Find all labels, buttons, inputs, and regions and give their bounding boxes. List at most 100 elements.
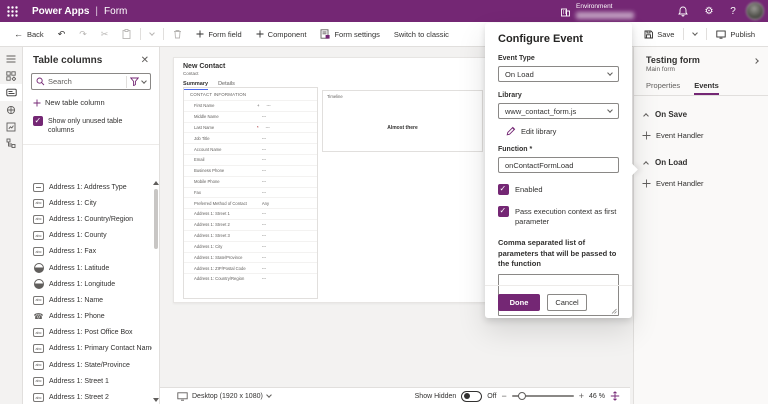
table-column-list-item[interactable]: Address 1: County <box>23 228 152 244</box>
hamburger-menu-icon[interactable] <box>0 50 22 67</box>
form-field-row[interactable]: Email --- <box>184 154 317 165</box>
notifications-bell-icon[interactable] <box>674 0 692 22</box>
undo-button[interactable]: ↶ <box>51 22 73 46</box>
cut-button[interactable]: ✂ <box>94 22 116 46</box>
environment-picker[interactable]: Environment <box>560 0 634 22</box>
form-field-row[interactable]: Preferred Method of Contact Any <box>184 197 317 208</box>
properties-panel: Testing form Main form Properties Events… <box>633 47 768 404</box>
form-field-row[interactable]: Address 1: Country/Region --- <box>184 273 317 284</box>
contact-information-section[interactable]: CONTACT INFORMATION First Name+ --- Midd… <box>183 87 318 299</box>
more-commands-button[interactable] <box>143 22 161 46</box>
help-icon[interactable]: ? <box>724 0 742 22</box>
filter-chevron-icon[interactable] <box>141 78 147 84</box>
table-columns-list: Address 1: Address Type Address 1: City … <box>23 179 152 404</box>
table-column-list-item[interactable]: Address 1: Street 2 <box>23 389 152 404</box>
form-field-row[interactable]: Account Name --- <box>184 143 317 154</box>
function-input[interactable] <box>505 161 612 170</box>
form-field-row[interactable]: Address 1: City --- <box>184 241 317 252</box>
scrollbar-thumb[interactable] <box>154 189 158 249</box>
form-field-row[interactable]: Job Title --- <box>184 132 317 143</box>
table-columns-rail-icon[interactable] <box>0 84 22 101</box>
show-hidden-toggle[interactable] <box>461 391 482 402</box>
add-component-button[interactable]: Component <box>249 22 314 46</box>
back-button[interactable]: ← Back <box>0 22 51 46</box>
collapse-panel-chevron-icon[interactable] <box>753 58 759 64</box>
tab-events[interactable]: Events <box>694 81 719 95</box>
zoom-out-button[interactable]: − <box>502 391 507 401</box>
library-dropdown[interactable]: www_contact_form.js <box>498 103 619 119</box>
on-load-section-header[interactable]: On Load <box>644 158 768 167</box>
form-field-row[interactable]: Mobile Phone --- <box>184 176 317 187</box>
table-column-list-item[interactable]: Address 1: Phone <box>23 309 152 325</box>
form-libraries-icon[interactable] <box>0 118 22 135</box>
zoom-slider-knob[interactable] <box>518 392 526 400</box>
table-column-list-item[interactable]: Address 1: Longitude <box>23 276 152 292</box>
search-input[interactable] <box>48 77 123 86</box>
form-field-row[interactable]: Address 1: Street 2 --- <box>184 219 317 230</box>
timeline-section[interactable]: Timeline Almost there <box>322 90 483 152</box>
tab-properties[interactable]: Properties <box>646 81 680 95</box>
app-name[interactable]: Power Apps <box>32 6 89 17</box>
zoom-slider[interactable] <box>512 395 574 397</box>
back-arrow-icon: ← <box>14 30 23 39</box>
scroll-down-arrow[interactable] <box>153 398 159 402</box>
paste-button[interactable] <box>115 22 138 46</box>
form-field-row[interactable]: Address 1: Street 3 --- <box>184 230 317 241</box>
fit-to-screen-icon[interactable] <box>610 391 620 401</box>
form-field-row[interactable]: Fax --- <box>184 187 317 198</box>
form-settings-button[interactable]: Form settings <box>313 22 386 46</box>
switch-to-classic-button[interactable]: Switch to classic <box>387 22 456 46</box>
publish-button[interactable]: Publish <box>709 22 762 46</box>
tree-view-icon[interactable] <box>0 135 22 152</box>
device-preview-selector[interactable]: Desktop (1920 x 1080) <box>177 392 271 401</box>
form-field-row[interactable]: Address 1: ZIP/Postal Code --- <box>184 262 317 273</box>
delete-button[interactable] <box>166 22 189 46</box>
add-form-field-button[interactable]: Form field <box>189 22 248 46</box>
table-column-list-item[interactable]: Address 1: Country/Region <box>23 211 152 227</box>
table-column-list-item[interactable]: Address 1: Address Type <box>23 179 152 195</box>
new-table-column-button[interactable]: New table column <box>33 98 149 107</box>
pass-execution-context-checkbox[interactable]: Pass execution context as first paramete… <box>498 206 619 227</box>
table-icon[interactable] <box>0 101 22 118</box>
table-column-list-item[interactable]: Address 1: Latitude <box>23 260 152 276</box>
scroll-up-arrow[interactable] <box>153 181 159 185</box>
redo-button[interactable]: ↷ <box>72 22 94 46</box>
form-field-row[interactable]: Address 1: Street 1 --- <box>184 208 317 219</box>
table-column-list-item[interactable]: Address 1: City <box>23 195 152 211</box>
filter-funnel-icon[interactable] <box>130 77 139 86</box>
table-column-list-item[interactable]: Address 1: Street 1 <box>23 373 152 389</box>
collapse-chevron-icon <box>643 161 649 167</box>
divider <box>163 28 164 40</box>
table-column-list-item[interactable]: Address 1: Primary Contact Name <box>23 341 152 357</box>
edit-library-button[interactable]: Edit library <box>506 126 619 136</box>
form-field-row[interactable]: Address 1: State/Province --- <box>184 252 317 263</box>
form-field-row[interactable]: Business Phone --- <box>184 165 317 176</box>
form-field-row[interactable]: Last Name* --- <box>184 122 317 133</box>
cancel-button[interactable]: Cancel <box>547 294 587 311</box>
panel-title: Table columns <box>33 55 102 66</box>
title-separator: | <box>95 6 98 17</box>
table-column-list-item[interactable]: Address 1: Post Office Box <box>23 325 152 341</box>
event-type-dropdown[interactable]: On Load <box>498 66 619 82</box>
user-avatar[interactable] <box>746 2 764 20</box>
settings-gear-icon[interactable]: ⚙ <box>700 0 718 22</box>
zoom-in-button[interactable]: + <box>579 391 584 401</box>
app-launcher-waffle-icon[interactable] <box>0 0 24 22</box>
close-panel-icon[interactable]: ✕ <box>141 55 149 66</box>
components-icon[interactable] <box>0 67 22 84</box>
form-field-row[interactable]: Middle Name --- <box>184 111 317 122</box>
table-column-list-item[interactable]: Address 1: State/Province <box>23 357 152 373</box>
save-button[interactable]: Save <box>637 22 681 46</box>
table-column-list-item[interactable]: Address 1: Name <box>23 292 152 308</box>
enabled-checkbox[interactable]: Enabled <box>498 184 619 195</box>
search-box <box>31 73 151 90</box>
done-button[interactable]: Done <box>498 294 540 311</box>
on-save-add-event-handler-button[interactable]: Event Handler <box>642 131 768 140</box>
show-unused-checkbox[interactable]: Show only unused table columns <box>33 116 149 135</box>
table-column-list-item[interactable]: Address 1: Fax <box>23 244 152 260</box>
save-options-button[interactable] <box>686 22 704 46</box>
on-load-add-event-handler-button[interactable]: Event Handler <box>642 179 768 188</box>
form-field-row[interactable]: First Name+ --- <box>184 100 317 111</box>
on-save-section-header[interactable]: On Save <box>644 110 768 119</box>
undo-icon: ↶ <box>58 30 66 39</box>
